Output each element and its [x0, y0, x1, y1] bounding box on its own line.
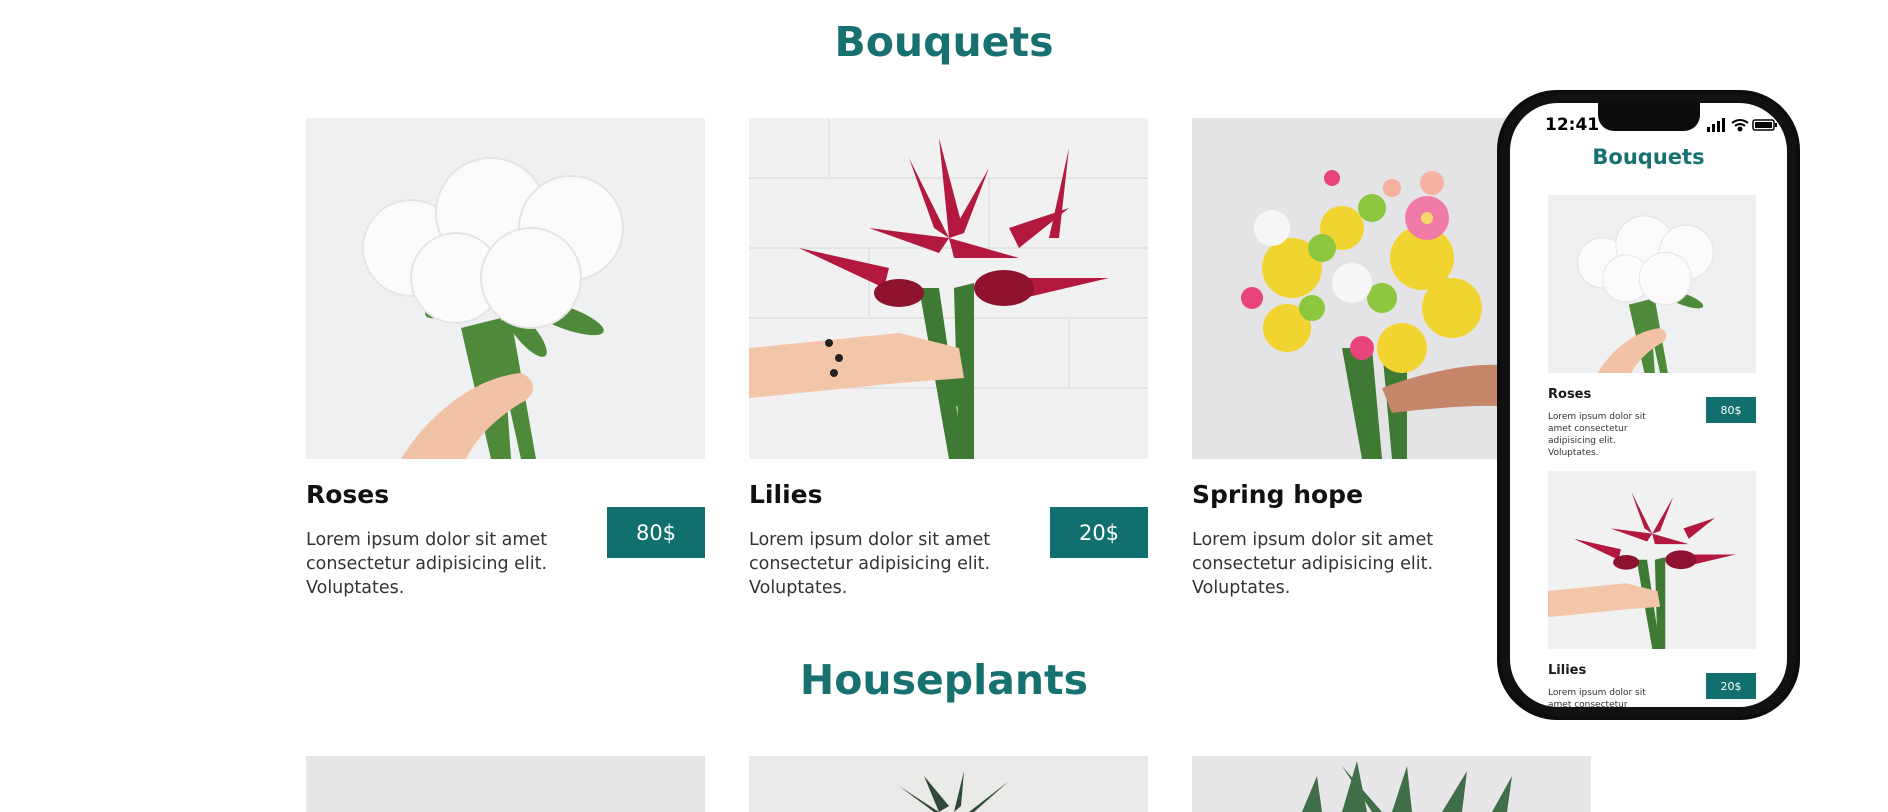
- status-time: 12:41: [1545, 115, 1600, 135]
- phone-screen: 12:41 Bouquets Roses Lorem ipsum dolor s…: [1510, 103, 1787, 707]
- product-card-roses[interactable]: Roses Lorem ipsum dolor sit amet consect…: [306, 118, 705, 598]
- product-description: Lorem ipsum dolor sit amet consectetur a…: [1192, 530, 1434, 598]
- phone-notch: [1598, 103, 1700, 131]
- phone-roses-photo: [1548, 195, 1756, 373]
- houseplant-photo: [749, 756, 1148, 812]
- lilies-photo: [749, 118, 1148, 459]
- price-button[interactable]: 80$: [607, 507, 705, 558]
- product-name: Lilies: [749, 480, 823, 509]
- phone-card-roses[interactable]: Roses Lorem ipsum dolor sit amet consect…: [1548, 195, 1756, 458]
- houseplant-card[interactable]: [749, 756, 1148, 812]
- houseplant-photo: [1192, 756, 1591, 812]
- product-name: Roses: [306, 480, 390, 509]
- product-card-lilies[interactable]: Lilies Lorem ipsum dolor sit amet consec…: [749, 118, 1148, 598]
- product-description: Lorem ipsum dolor sit amet consectetur a…: [749, 530, 991, 598]
- phone-lilies-photo: [1548, 471, 1756, 649]
- roses-photo: [306, 118, 705, 459]
- status-icons: [1707, 118, 1777, 132]
- product-description: Lorem ipsum dolor sit amet consectetur a…: [306, 530, 548, 598]
- wifi-icon: [1731, 119, 1749, 132]
- phone-card-lilies[interactable]: Lilies Lorem ipsum dolor sit amet consec…: [1548, 471, 1756, 707]
- phone-bouquets-heading: Bouquets: [1592, 145, 1705, 169]
- price-button[interactable]: 20$: [1050, 507, 1148, 558]
- phone-product-name: Lilies: [1548, 663, 1587, 678]
- phone-price-button[interactable]: 80$: [1706, 397, 1756, 423]
- houseplant-photo: [306, 756, 705, 812]
- phone-product-name: Roses: [1548, 387, 1592, 402]
- product-name: Spring hope: [1192, 480, 1364, 509]
- phone-product-description: Lorem ipsum dolor sit amet consectetur a…: [1548, 688, 1646, 707]
- signal-icon: [1707, 118, 1725, 132]
- phone-preview: 12:41 Bouquets Roses Lorem ipsum dolor s…: [1497, 90, 1800, 720]
- battery-icon: [1752, 119, 1777, 131]
- houseplant-card[interactable]: [306, 756, 705, 812]
- phone-price-button[interactable]: 20$: [1706, 673, 1756, 699]
- houseplant-card[interactable]: [1192, 756, 1591, 812]
- phone-product-description: Lorem ipsum dolor sit amet consectetur a…: [1548, 412, 1646, 458]
- bouquets-heading: Bouquets: [834, 18, 1054, 66]
